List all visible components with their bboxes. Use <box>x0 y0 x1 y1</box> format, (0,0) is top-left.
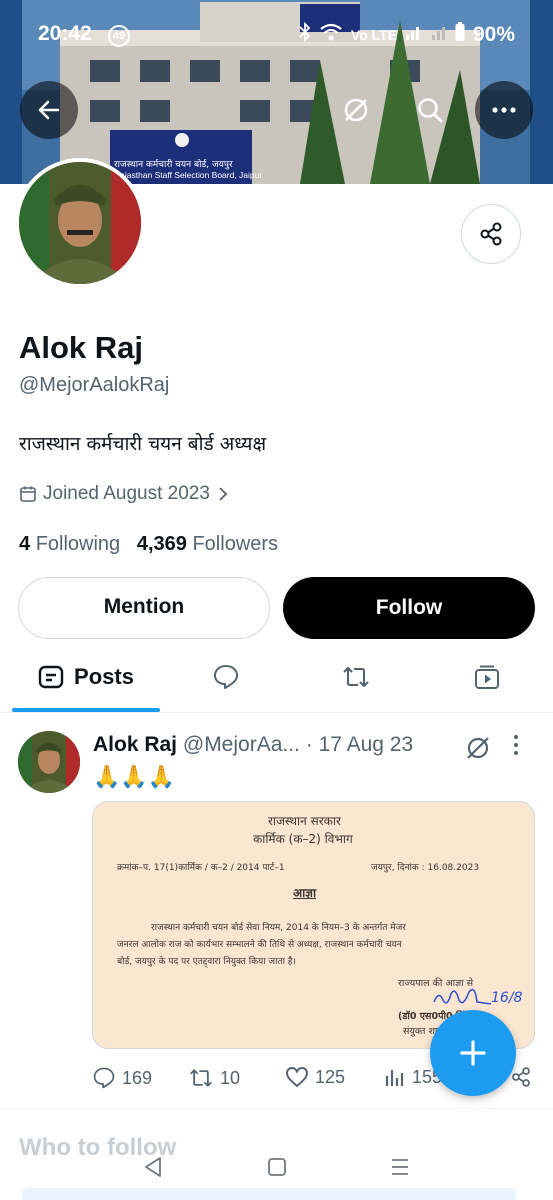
joined-date-label: Joined August 2023 <box>43 483 210 504</box>
tab-media[interactable] <box>457 650 517 704</box>
system-nav-bar <box>0 1150 553 1188</box>
arrow-left-icon <box>38 100 60 120</box>
followers-link[interactable]: 4,369 Followers <box>137 533 278 555</box>
doc-heading-2: कार्मिक (क–2) विभाग <box>253 832 353 846</box>
bar-chart-icon <box>385 1070 404 1086</box>
back-button[interactable] <box>20 81 78 139</box>
status-time: 20:42 <box>38 22 92 45</box>
like-button[interactable]: 125 <box>285 1066 345 1088</box>
post-author-avatar[interactable] <box>18 731 80 793</box>
repost-icon <box>343 666 369 688</box>
calendar-icon <box>20 486 36 502</box>
post-date[interactable]: · 17 Aug 23 <box>306 733 413 756</box>
network-type: Vo LTE <box>350 27 397 43</box>
battery-percent: 90% <box>472 23 515 46</box>
tab-posts[interactable]: Posts <box>12 650 160 704</box>
doc-handwritten-date: 16/8 <box>491 990 523 1006</box>
plus-icon <box>460 1040 486 1066</box>
bluetooth-icon <box>299 21 311 48</box>
square-home-icon <box>268 1158 286 1176</box>
reply-button[interactable]: 169 <box>92 1066 152 1090</box>
following-count: 4 <box>19 533 31 555</box>
status-right-group: Vo LTE 90% <box>299 21 515 48</box>
more-horizontal-icon <box>492 107 516 113</box>
grok-icon <box>467 737 489 759</box>
post-grok-button[interactable] <box>464 734 492 767</box>
doc-order-title: आज्ञा <box>293 886 317 900</box>
joined-date-link[interactable]: Joined August 2023 <box>19 483 230 505</box>
like-count: 125 <box>315 1066 346 1087</box>
tabs-divider <box>0 712 553 713</box>
tab-replies[interactable] <box>196 650 256 704</box>
repost-count: 10 <box>220 1067 241 1088</box>
search-icon <box>418 98 443 123</box>
banner-sign-english: Rajasthan Staff Selection Board, Jaipur <box>114 170 263 180</box>
profile-tabs: Posts <box>0 650 553 712</box>
reply-count: 169 <box>122 1067 153 1088</box>
search-button[interactable] <box>401 81 459 139</box>
doc-place-date: जयपुर, दिनांक : 16.08.2023 <box>371 863 480 873</box>
more-options-button[interactable] <box>475 81 533 139</box>
tab-reposts[interactable] <box>326 650 386 704</box>
doc-heading-1: राजस्थान सरकार <box>268 814 341 828</box>
posts-icon <box>38 665 64 689</box>
signal-icon <box>405 23 423 47</box>
following-label: Following <box>35 533 121 555</box>
mention-button[interactable]: Mention <box>18 577 270 639</box>
share-icon <box>480 222 502 246</box>
section-divider <box>0 1108 553 1109</box>
banner-sign-hindi: राजस्थान कर्मचारी चयन बोर्ड, जयपुर <box>114 160 233 170</box>
profile-avatar[interactable] <box>15 158 145 288</box>
grok-button[interactable] <box>327 81 385 139</box>
compose-post-button[interactable] <box>430 1010 516 1096</box>
post-more-button[interactable] <box>512 733 520 762</box>
doc-reference: क्रमांक–प. 17(1)कार्मिक / क–2 / 2014 पार… <box>117 863 285 873</box>
wifi-icon <box>319 22 343 48</box>
repost-icon <box>190 1069 212 1087</box>
more-vertical-icon <box>514 735 518 755</box>
post-author-name[interactable]: Alok Raj <box>93 733 177 756</box>
profile-name: Alok Raj <box>19 330 144 365</box>
followers-label: Followers <box>192 533 279 555</box>
notification-count-badge: 49 <box>108 25 130 47</box>
triangle-back-icon <box>145 1157 161 1177</box>
bottom-suggestion-card <box>22 1188 516 1200</box>
share-icon <box>512 1067 530 1087</box>
nav-back-button[interactable] <box>143 1156 163 1183</box>
post-share-button[interactable] <box>510 1066 532 1088</box>
signal-2-icon <box>431 23 447 47</box>
following-link[interactable]: 4 Following <box>19 533 120 555</box>
battery-icon <box>455 22 465 48</box>
heart-icon <box>285 1066 309 1088</box>
chevron-right-icon <box>219 487 228 501</box>
follow-button[interactable]: Follow <box>283 577 535 639</box>
tab-posts-label: Posts <box>74 664 134 689</box>
repost-button[interactable]: 10 <box>188 1066 240 1090</box>
doc-line-2: जनरल आलोक राज को कार्यभार सम्भालने की ति… <box>117 940 402 950</box>
doc-line-1: राजस्थान कर्मचारी चयन बोर्ड सेवा नियम, 2… <box>151 923 406 933</box>
post-text: 🙏🙏🙏 <box>93 764 176 789</box>
nav-recents-button[interactable] <box>389 1156 411 1183</box>
grok-icon <box>344 98 368 122</box>
profile-bio: राजस्थान कर्मचारी चयन बोर्ड अध्यक्ष <box>19 433 267 455</box>
post-header: Alok Raj @MejorAa... · 17 Aug 23 <box>93 733 413 757</box>
speech-bubble-icon <box>214 665 238 689</box>
menu-lines-icon <box>392 1159 408 1175</box>
nav-home-button[interactable] <box>267 1156 287 1183</box>
share-button[interactable] <box>461 204 521 264</box>
status-bar: 20:42 49 Vo LTE 90% <box>0 0 553 70</box>
doc-line-3: बोर्ड, जयपुर के पद पर एतद्द्वारा नियुक्त… <box>117 957 296 967</box>
video-icon <box>475 665 499 689</box>
reply-icon <box>93 1067 115 1089</box>
post-author-handle[interactable]: @MejorAa... <box>183 733 300 756</box>
followers-count: 4,369 <box>136 533 187 555</box>
profile-handle: @MejorAalokRaj <box>19 374 170 396</box>
follow-counts: 4 Following 4,369 Followers <box>19 533 278 556</box>
